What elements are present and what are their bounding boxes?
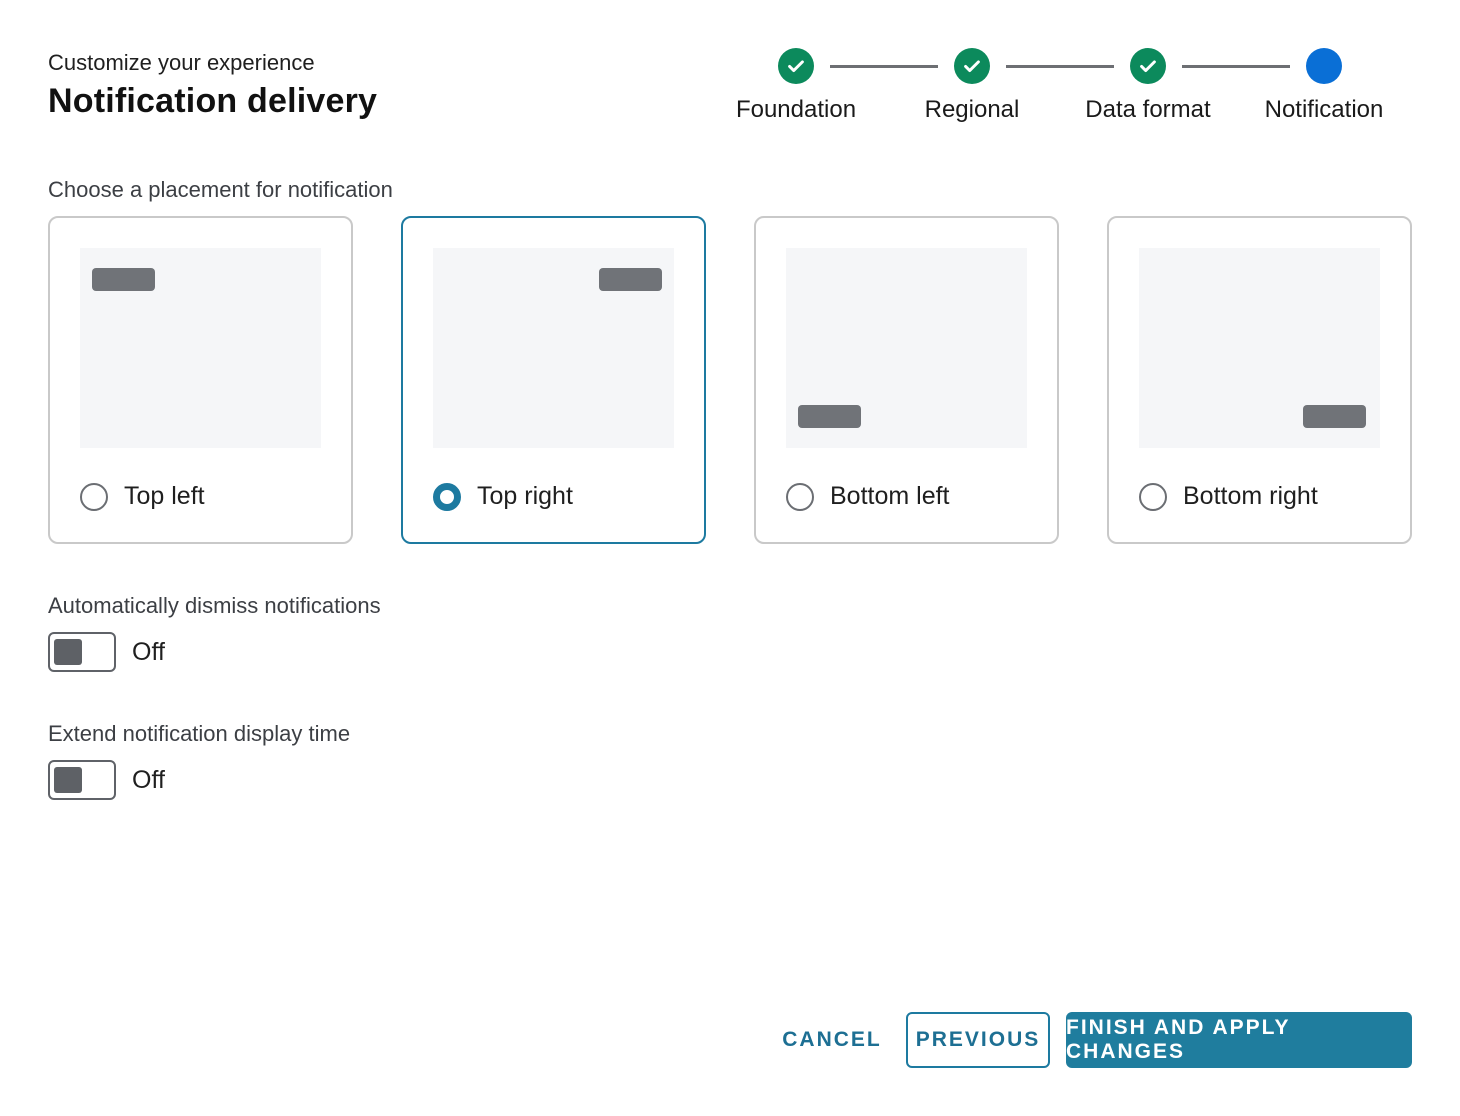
step-regional[interactable]: Regional — [882, 48, 1062, 124]
radio-row: Bottom left — [786, 482, 950, 511]
radio-label: Top left — [124, 482, 205, 510]
screen-preview — [1139, 248, 1380, 448]
step-foundation[interactable]: Foundation — [706, 48, 886, 124]
extend-display-toggle[interactable] — [48, 760, 116, 800]
check-icon — [1130, 48, 1166, 84]
toggle-knob — [54, 639, 82, 665]
check-icon — [778, 48, 814, 84]
toast-preview — [798, 405, 861, 428]
radio-row: Top right — [433, 482, 573, 511]
step-notification: Notification — [1234, 48, 1414, 124]
previous-button[interactable]: PREVIOUS — [906, 1012, 1050, 1068]
step-label: Notification — [1264, 96, 1384, 123]
toast-preview — [1303, 405, 1366, 428]
radio-button[interactable] — [80, 482, 108, 511]
screen-preview — [786, 248, 1027, 448]
auto-dismiss-row: Off — [48, 632, 165, 672]
toggle-knob — [54, 767, 82, 793]
current-step-dot-icon — [1306, 48, 1342, 84]
screen-preview — [433, 248, 674, 448]
radio-row: Bottom right — [1139, 482, 1318, 511]
auto-dismiss-state: Off — [132, 637, 165, 666]
extend-display-row: Off — [48, 760, 165, 800]
step-label: Foundation — [735, 96, 857, 123]
finish-and-apply-button[interactable]: FINISH AND APPLY CHANGES — [1066, 1012, 1412, 1068]
step-label: Regional — [924, 96, 1020, 123]
check-icon — [954, 48, 990, 84]
radio-label: Top right — [477, 482, 573, 510]
cancel-button[interactable]: CANCEL — [770, 1012, 894, 1068]
placement-card-bottom-right[interactable]: Bottom right — [1107, 216, 1412, 544]
radio-label: Bottom right — [1183, 482, 1318, 510]
extend-display-state: Off — [132, 765, 165, 794]
step-label: Data format — [1085, 96, 1211, 123]
screen-preview — [80, 248, 321, 448]
radio-label: Bottom left — [830, 482, 950, 510]
extend-display-label: Extend notification display time — [48, 721, 351, 746]
toast-preview — [92, 268, 155, 291]
radio-row: Top left — [80, 482, 205, 511]
placement-card-top-right[interactable]: Top right — [401, 216, 706, 544]
auto-dismiss-toggle[interactable] — [48, 632, 116, 672]
placement-card-bottom-left[interactable]: Bottom left — [754, 216, 1059, 544]
toast-preview — [599, 268, 662, 291]
radio-button[interactable] — [786, 482, 814, 511]
radio-button[interactable] — [433, 482, 461, 511]
placement-label: Choose a placement for notification — [48, 177, 393, 202]
step-data-format[interactable]: Data format — [1058, 48, 1238, 124]
progress-stepper: Foundation Regional Data format Notifica… — [0, 48, 1460, 138]
radio-button[interactable] — [1139, 482, 1167, 511]
placement-card-top-left[interactable]: Top left — [48, 216, 353, 544]
auto-dismiss-label: Automatically dismiss notifications — [48, 593, 381, 618]
placement-options: Top left Top right Bottom left Bottom ri… — [48, 216, 1412, 544]
